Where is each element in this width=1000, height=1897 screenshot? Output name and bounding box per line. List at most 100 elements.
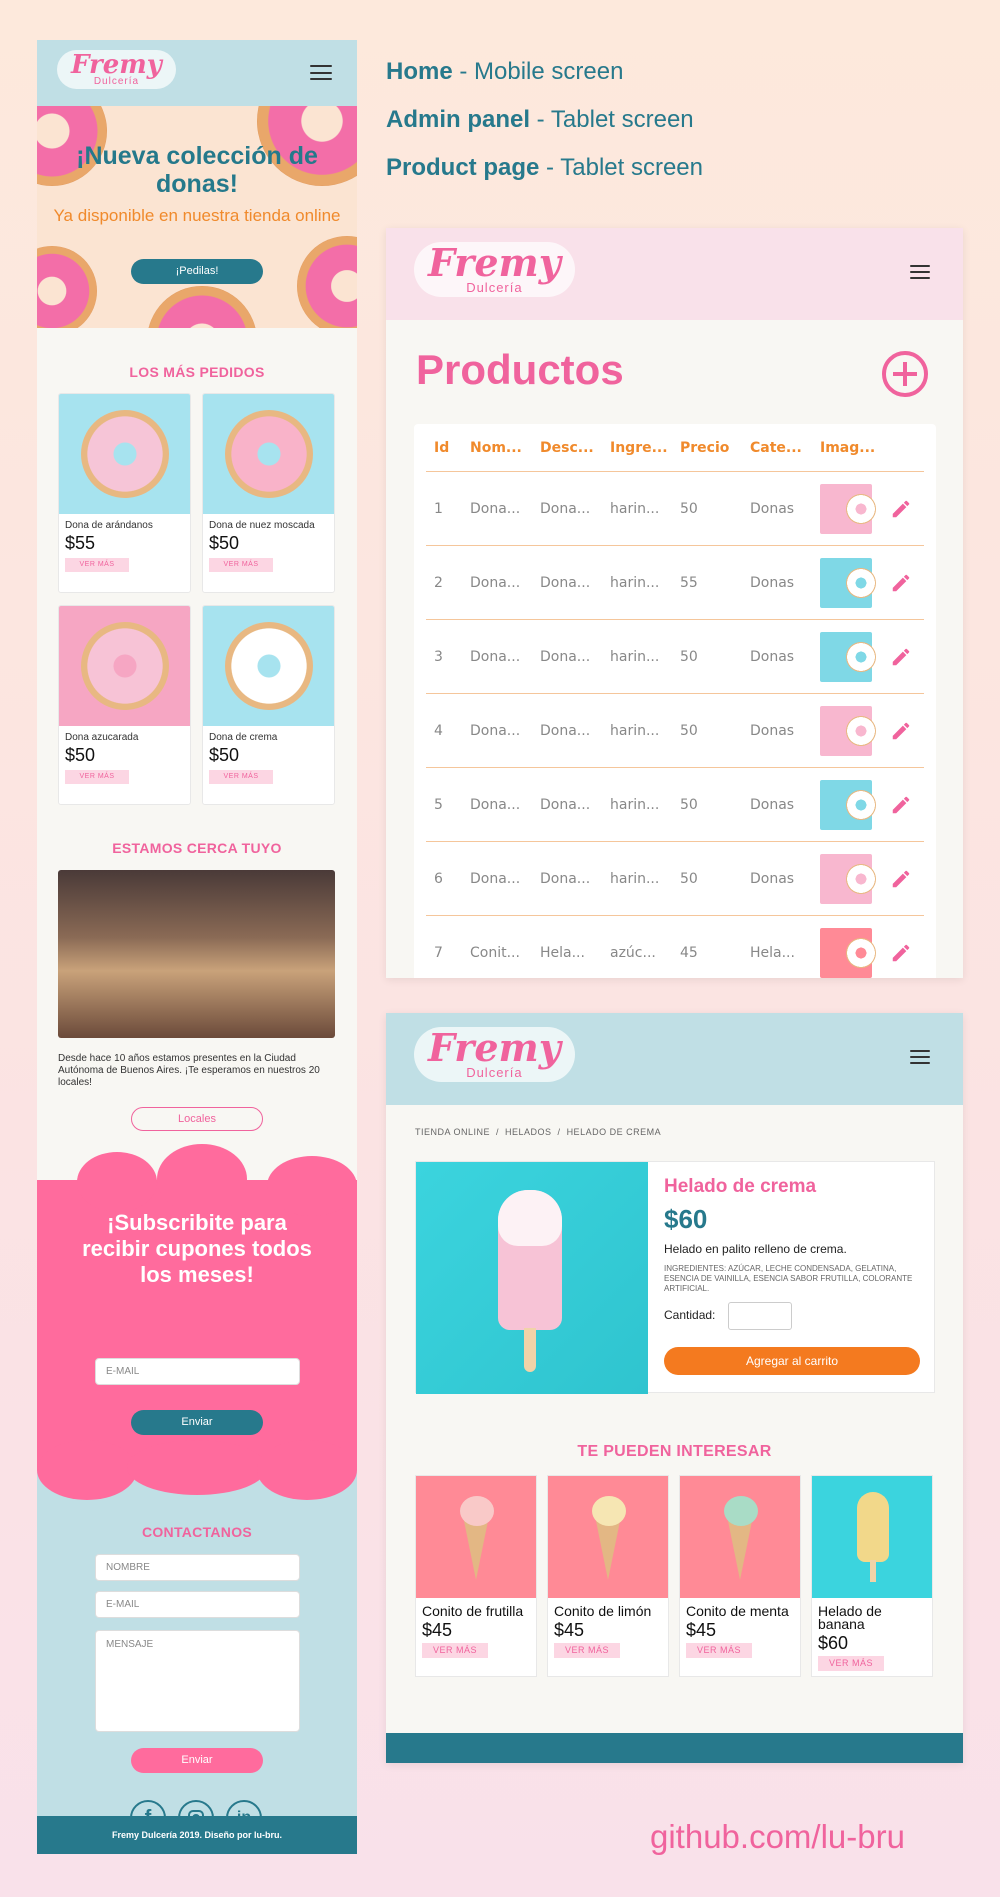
cell-price: 50: [680, 500, 698, 517]
cell-ingredients: harin...: [610, 722, 660, 739]
logo[interactable]: Fremy Dulcería: [57, 50, 176, 89]
admin-screen: Fremy Dulcería Productos Id Nom... Desc.…: [386, 228, 963, 978]
product-thumbnail: [820, 927, 876, 978]
products-table: Id Nom... Desc... Ingre... Precio Cate..…: [414, 424, 936, 978]
ver-mas-button[interactable]: VER MÁS: [818, 1656, 884, 1671]
related-card[interactable]: Helado de banana $60 VER MÁS: [811, 1475, 933, 1677]
ver-mas-button[interactable]: VER MÁS: [65, 770, 129, 784]
breadcrumb-item: HELADO DE CREMA: [566, 1127, 662, 1137]
ver-mas-button[interactable]: VER MÁS: [554, 1643, 620, 1658]
logo[interactable]: Fremy Dulcería: [414, 242, 575, 297]
related-card[interactable]: Conito de menta $45 VER MÁS: [679, 1475, 801, 1677]
cell-price: 50: [680, 648, 698, 665]
contact-title: CONTACTANOS: [141, 1524, 253, 1540]
cell-ingredients: azúc...: [610, 944, 656, 961]
product-card[interactable]: Dona de arándanos $55 VER MÁS: [58, 393, 191, 593]
ver-mas-button[interactable]: VER MÁS: [209, 558, 273, 572]
related-card[interactable]: Conito de frutilla $45 VER MÁS: [415, 1475, 537, 1677]
cell-desc: Dona...: [540, 648, 591, 665]
subscribe-email-input[interactable]: E-MAIL: [95, 1358, 300, 1385]
ver-mas-button[interactable]: VER MÁS: [422, 1643, 488, 1658]
cell-id: 2: [434, 574, 443, 591]
email-field[interactable]: E-MAIL: [95, 1591, 300, 1618]
product-thumbnail: [820, 853, 876, 904]
cell-desc: Dona...: [540, 500, 591, 517]
product-card[interactable]: Dona de crema $50 VER MÁS: [202, 605, 335, 805]
label-product: Product page - Tablet screen: [386, 154, 703, 181]
product-description: Helado en palito relleno de crema.: [664, 1242, 847, 1256]
table-header: Id Nom... Desc... Ingre... Precio Cate..…: [426, 424, 924, 472]
cell-category: Donas: [750, 722, 795, 739]
label-admin: Admin panel - Tablet screen: [386, 106, 694, 133]
product-ingredients: INGREDIENTES: AZÚCAR, LECHE CONDENSADA, …: [664, 1264, 913, 1293]
quantity-label: Cantidad:: [664, 1308, 716, 1322]
cell-price: 50: [680, 870, 698, 887]
product-price: $60: [664, 1204, 708, 1234]
ver-mas-button[interactable]: VER MÁS: [209, 770, 273, 784]
cell-name: Dona...: [470, 648, 521, 665]
product-thumbnail: [820, 557, 876, 608]
contact-section: CONTACTANOS NOMBRE E-MAIL MENSAJE Enviar…: [37, 1440, 357, 1854]
github-link[interactable]: github.com/lu-bru: [650, 1818, 905, 1856]
menu-icon[interactable]: [910, 265, 930, 279]
cell-category: Donas: [750, 870, 795, 887]
admin-header: Fremy Dulcería: [386, 228, 963, 320]
add-to-cart-button[interactable]: Agregar al carrito: [664, 1347, 920, 1375]
mobile-footer: Fremy Dulcería 2019. Diseño por lu-bru.: [37, 1816, 357, 1854]
cell-desc: Dona...: [540, 574, 591, 591]
cell-id: 5: [434, 796, 443, 813]
product-card[interactable]: Dona azucarada $50 VER MÁS: [58, 605, 191, 805]
product-thumbnail: [820, 779, 876, 830]
related-card[interactable]: Conito de limón $45 VER MÁS: [547, 1475, 669, 1677]
product-card[interactable]: Dona de nuez moscada $50 VER MÁS: [202, 393, 335, 593]
cell-price: 50: [680, 722, 698, 739]
product-image: [416, 1162, 648, 1394]
menu-icon[interactable]: [910, 1050, 930, 1064]
cell-name: Dona...: [470, 722, 521, 739]
cell-id: 3: [434, 648, 443, 665]
breadcrumb-item[interactable]: TIENDA ONLINE: [415, 1127, 490, 1137]
cell-name: Conit...: [470, 944, 520, 961]
edit-icon[interactable]: [890, 942, 912, 964]
breadcrumb-item[interactable]: HELADOS: [505, 1127, 552, 1137]
near-text: Desde hace 10 años estamos presentes en …: [58, 1053, 320, 1088]
order-button[interactable]: ¡Pedilas!: [131, 259, 263, 284]
ver-mas-button[interactable]: VER MÁS: [686, 1643, 752, 1658]
logo[interactable]: Fremy Dulcería: [414, 1027, 575, 1082]
table-row: 7 Conit... Hela... azúc... 45 Hela...: [426, 916, 924, 978]
edit-icon[interactable]: [890, 794, 912, 816]
cell-id: 7: [434, 944, 443, 961]
cell-category: Donas: [750, 796, 795, 813]
edit-icon[interactable]: [890, 868, 912, 890]
table-row: 2 Dona... Dona... harin... 55 Donas: [426, 546, 924, 620]
near-title: ESTAMOS CERCA TUYO: [112, 840, 282, 856]
cell-name: Dona...: [470, 796, 521, 813]
edit-icon[interactable]: [890, 572, 912, 594]
stores-button[interactable]: Locales: [131, 1107, 263, 1131]
table-row: 4 Dona... Dona... harin... 50 Donas: [426, 694, 924, 768]
product-detail: Helado de crema $60 Helado en palito rel…: [415, 1161, 935, 1394]
related-title: TE PUEDEN INTERESAR: [577, 1443, 772, 1460]
product-thumbnail: [820, 631, 876, 682]
page-title: Productos: [416, 346, 624, 393]
cell-name: Dona...: [470, 500, 521, 517]
cell-category: Hela...: [750, 944, 795, 961]
edit-icon[interactable]: [890, 720, 912, 742]
contact-send-button[interactable]: Enviar: [131, 1748, 263, 1773]
cell-id: 4: [434, 722, 443, 739]
mobile-header: Fremy Dulcería: [37, 40, 357, 106]
add-product-icon[interactable]: [882, 351, 928, 397]
edit-icon[interactable]: [890, 646, 912, 668]
cell-category: Donas: [750, 500, 795, 517]
subscribe-button[interactable]: Enviar: [131, 1410, 263, 1435]
quantity-field[interactable]: [728, 1302, 792, 1330]
ver-mas-button[interactable]: VER MÁS: [65, 558, 129, 572]
cell-price: 45: [680, 944, 698, 961]
name-field[interactable]: NOMBRE: [95, 1554, 300, 1581]
cell-desc: Dona...: [540, 870, 591, 887]
cell-ingredients: harin...: [610, 574, 660, 591]
cell-price: 55: [680, 574, 698, 591]
message-field[interactable]: MENSAJE: [95, 1630, 300, 1732]
edit-icon[interactable]: [890, 498, 912, 520]
menu-icon[interactable]: [310, 65, 332, 80]
